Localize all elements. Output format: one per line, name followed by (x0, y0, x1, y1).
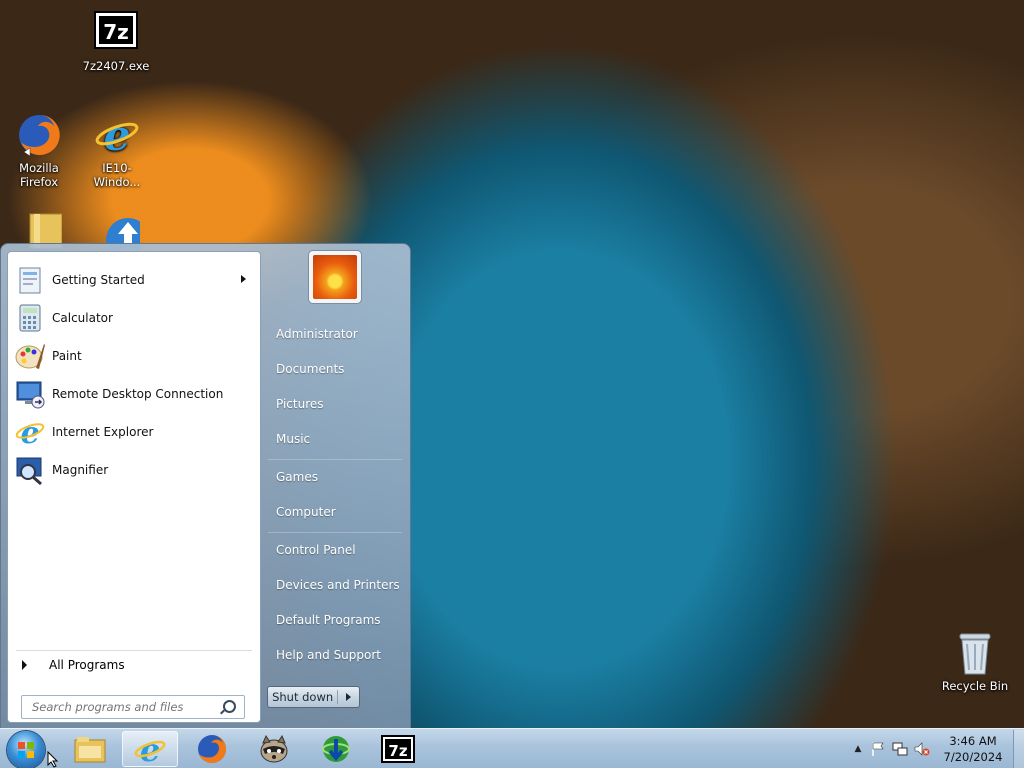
start-link-administrator[interactable]: Administrator (266, 321, 402, 347)
program-item-paint[interactable]: Paint (14, 339, 254, 373)
desktop-icon-label: IE10-Windo... (93, 161, 141, 189)
shutdown-button-group: Shut down (267, 686, 360, 708)
file-explorer-icon (74, 737, 106, 763)
volume-muted-icon[interactable] (911, 741, 933, 757)
show-hidden-icons-chevron-icon[interactable]: ▲ (849, 744, 867, 754)
7zip-icon: 7z (381, 735, 415, 763)
desktop-icon-7z2407[interactable]: 7z 7z2407.exe (80, 10, 152, 73)
svg-text:e: e (104, 112, 131, 158)
svg-text:7z: 7z (103, 20, 129, 44)
paint-icon (14, 340, 46, 372)
start-link-default-programs[interactable]: Default Programs (266, 607, 402, 633)
system-tray: ▲ 3:46 AM 7/20/2024 (849, 729, 1024, 768)
taskbar-raccoon-app[interactable] (246, 731, 302, 767)
chevron-right-icon (346, 693, 352, 701)
magnifier-icon (14, 454, 46, 486)
start-link-games[interactable]: Games (266, 464, 402, 490)
divider (268, 532, 402, 533)
program-item-getting-started[interactable]: Getting Started (14, 263, 254, 297)
program-label: Paint (52, 349, 82, 363)
network-icon[interactable] (889, 741, 911, 757)
program-item-calculator[interactable]: Calculator (14, 301, 254, 335)
remote-desktop-icon (14, 378, 46, 410)
taskbar: e 7z ▲ 3:46 AM 7/20/2024 (0, 728, 1024, 768)
program-label: Getting Started (52, 273, 145, 287)
flower-avatar-icon (313, 255, 357, 299)
all-programs-label: All Programs (49, 658, 125, 672)
start-menu-programs-pane: Getting Started Calculator Paint Remote … (7, 251, 261, 723)
desktop-icon-label: 7z2407.exe (82, 59, 150, 73)
raccoon-app-icon (260, 734, 288, 763)
start-link-devices-printers[interactable]: Devices and Printers (266, 572, 402, 598)
program-item-magnifier[interactable]: Magnifier (14, 453, 254, 487)
start-link-control-panel[interactable]: Control Panel (266, 537, 402, 563)
program-item-remote-desktop[interactable]: Remote Desktop Connection (14, 377, 254, 411)
taskbar-clock[interactable]: 3:46 AM 7/20/2024 (933, 733, 1013, 765)
start-menu: Getting Started Calculator Paint Remote … (0, 243, 411, 729)
user-picture[interactable] (309, 251, 361, 303)
search-input[interactable] (30, 699, 224, 715)
shutdown-options-button[interactable] (338, 693, 359, 701)
svg-text:e: e (140, 733, 160, 765)
desktop-icon-label: Mozilla Firefox (19, 161, 59, 189)
recycle-bin-icon (952, 630, 998, 676)
clock-time: 3:46 AM (949, 734, 997, 748)
desktop-icon-firefox[interactable]: Mozilla Firefox (3, 112, 75, 189)
svg-text:e: e (20, 416, 39, 448)
calculator-icon (14, 302, 46, 334)
firefox-icon (198, 734, 227, 763)
taskbar-firefox[interactable] (184, 731, 240, 767)
program-label: Magnifier (52, 463, 109, 477)
program-label: Internet Explorer (52, 425, 154, 439)
7zip-icon: 7z (93, 10, 139, 56)
taskbar-file-explorer[interactable] (62, 731, 118, 767)
start-link-documents[interactable]: Documents (266, 356, 402, 382)
start-link-computer[interactable]: Computer (266, 499, 402, 525)
triangle-right-icon (22, 660, 27, 670)
divider (268, 459, 402, 460)
getting-started-icon (14, 264, 46, 296)
start-button[interactable] (7, 731, 45, 768)
search-icon[interactable] (223, 700, 236, 713)
taskbar-internet-explorer[interactable]: e (122, 731, 178, 767)
taskbar-download-manager[interactable] (308, 731, 364, 767)
start-link-help-support[interactable]: Help and Support (266, 642, 402, 668)
clock-date: 7/20/2024 (943, 750, 1003, 764)
mouse-cursor-icon (47, 751, 59, 768)
internet-explorer-icon: e (94, 111, 140, 160)
submenu-arrow-icon[interactable] (241, 275, 246, 283)
start-search-box[interactable] (21, 695, 245, 719)
action-center-flag-icon[interactable] (867, 741, 889, 757)
windows-logo-icon (18, 742, 34, 758)
svg-text:7z: 7z (388, 742, 407, 760)
program-label: Remote Desktop Connection (52, 387, 224, 401)
desktop-icon-recycle-bin[interactable]: Recycle Bin (939, 630, 1011, 693)
desktop-icon-label: Recycle Bin (941, 679, 1009, 693)
all-programs-button[interactable]: All Programs (16, 650, 252, 677)
internet-explorer-icon: e (14, 416, 46, 451)
program-label: Calculator (52, 311, 113, 325)
shutdown-button[interactable]: Shut down (268, 690, 339, 704)
start-link-pictures[interactable]: Pictures (266, 391, 402, 417)
desktop-icon-ie10[interactable]: e IE10-Windo... (81, 111, 153, 189)
firefox-icon (16, 112, 62, 158)
start-link-music[interactable]: Music (266, 426, 402, 452)
internet-explorer-icon: e (134, 733, 166, 765)
program-item-internet-explorer[interactable]: e Internet Explorer (14, 415, 254, 451)
taskbar-7zip[interactable]: 7z (370, 731, 426, 767)
show-desktop-button[interactable] (1013, 730, 1024, 768)
download-manager-icon (322, 736, 350, 762)
